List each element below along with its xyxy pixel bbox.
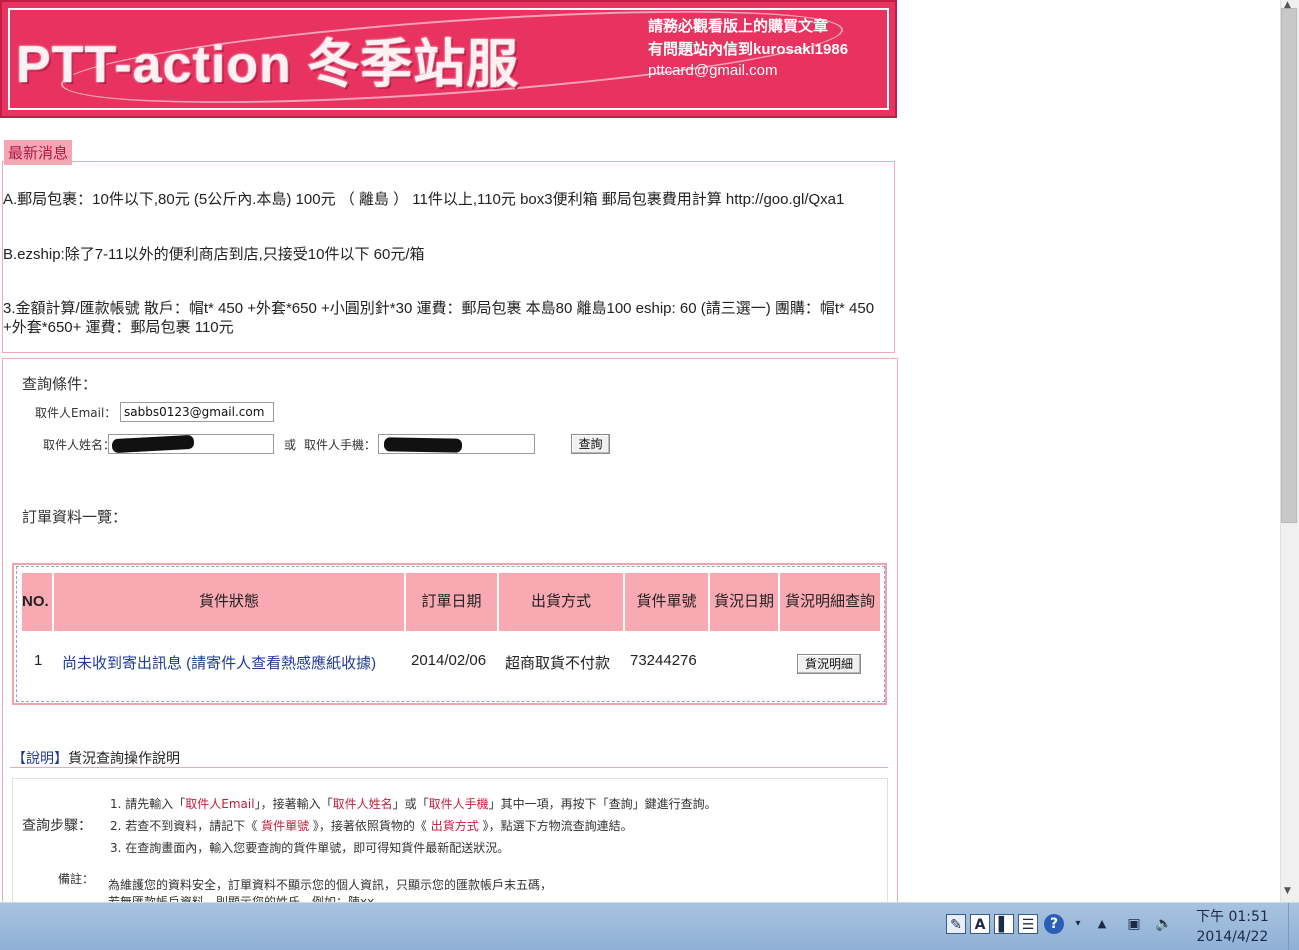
ime-width-icon[interactable]: ▌ [994,914,1014,934]
steps-label: 查詢步驟： [22,818,92,834]
step-highlight: 取件人Email [185,797,255,811]
banner-notice-line: 請務必觀看版上的購買文章 [648,18,829,35]
order-shipping: 超商取貨不付款 [505,655,611,672]
scroll-up-arrow-icon[interactable]: ▲ [1284,0,1291,10]
note-line: 若無匯款帳戶資料，則顯示您的姓氏，例如：陳xx。 [108,895,387,902]
scrollbar-thumb[interactable] [1281,8,1297,523]
ime-options-icon[interactable]: ▾ [1068,914,1088,934]
banner-contact-line: 有問題站內信到kurosaki1986 [648,41,849,58]
banner-title: PTT-action 冬季站服 [16,36,520,94]
network-icon[interactable]: ▣ [1124,914,1144,934]
column-header-no: NO. [22,573,52,631]
step-text: 》，點選下方物流查詢連結。 [478,819,633,833]
column-header-order-date: 訂單日期 [406,573,497,631]
clock-date: 2014/4/22 [1196,929,1269,945]
instructions-title: 【說明】貨況查詢操作說明 [12,748,180,768]
order-no: 1 [34,652,43,669]
news-item: B.ezship:除了7-11以外的便利商店到店,只接受10件以下 60元/箱 [3,246,425,263]
order-date: 2014/02/06 [411,652,487,669]
step-2: 2. 若查不到資料，請記下《 貨件單號 》，接著依照貨物的《 出貨方式 》，點選… [110,817,633,834]
column-header-detail: 貨況明細查詢 [780,573,880,631]
order-status-link[interactable]: 尚未收到寄出訊息 (請寄件人查看熱感應紙收據) [62,652,376,673]
step-highlight: 取件人姓名 [332,797,393,811]
banner-email: pttcard@gmail.com [648,62,778,79]
name-label: 取件人姓名： [43,438,116,452]
instructions-title-text: 貨況查詢操作說明 [68,751,180,767]
column-header-tracking: 貨件單號 [625,573,708,631]
help-icon[interactable]: ? [1044,914,1064,934]
phone-label: 取件人手機： [304,438,377,452]
note-line: 為維護您的資料安全，訂單資料不顯示您的個人資訊，只顯示您的匯款帳戶末五碼， [108,878,553,892]
step-text: 」，接著輸入「 [254,797,333,811]
news-item: 3.金額計算/匯款帳號 散戶：帽t* 450 +外套*650 +小圓別針*30 … [3,300,875,336]
show-desktop-button[interactable] [1288,903,1299,950]
email-label: 取件人Email： [35,406,117,420]
scroll-down-arrow-icon[interactable]: ▼ [1284,886,1291,896]
taskbar-clock[interactable]: 下午 01:51 2014/4/22 [1196,907,1269,947]
redacted-phone-scribble [383,437,463,453]
instructions-divider [10,767,888,768]
search-button[interactable]: 查詢 [571,434,610,454]
step-highlight: 出貨方式 [430,819,479,833]
ime-mode-icon[interactable]: A [970,914,990,934]
order-tracking-number: 73244276 [630,652,697,669]
step-highlight: 取件人手機 [428,797,489,811]
note-label: 備註： [58,872,95,886]
email-input[interactable] [120,402,274,422]
volume-icon[interactable]: 🔈 [1154,914,1174,934]
clock-time: 下午 01:51 [1196,909,1269,925]
step-text: 」或「 [392,797,429,811]
step-text: 》，接著依照貨物的《 [309,819,431,833]
news-item: A.郵局包裹：10件以下,80元 (5公斤內.本島) 100元 （ 離島 ） 1… [3,191,845,208]
column-header-status: 貨件狀態 [54,573,404,631]
detail-button[interactable]: 貨況明細 [797,654,861,674]
step-text: 1. 請先輸入「 [110,797,186,811]
orders-heading: 訂單資料一覽： [22,508,128,526]
input-method-icon[interactable]: ✎ [946,914,966,934]
step-text: 2. 若查不到資料，請記下《 [110,819,262,833]
column-header-status-date: 貨況日期 [710,573,778,631]
step-3: 3. 在查詢畫面內，輸入您要查詢的貨件單號，即可得知貨件最新配送狀況。 [110,841,510,855]
ime-keyboard-icon[interactable]: ☰ [1018,914,1038,934]
step-text: 」其中一項，再按下「查詢」鍵進行查詢。 [488,797,717,811]
show-hidden-icons-icon[interactable]: ▲ [1092,914,1112,934]
instructions-tag: 【說明】 [12,751,68,767]
query-heading: 查詢條件： [22,375,98,393]
or-text: 或 [284,438,297,452]
column-header-shipping: 出貨方式 [499,573,623,631]
step-highlight: 貨件單號 [261,819,310,833]
step-1: 1. 請先輸入「取件人Email」，接著輸入「取件人姓名」或「取件人手機」其中一… [110,795,717,812]
